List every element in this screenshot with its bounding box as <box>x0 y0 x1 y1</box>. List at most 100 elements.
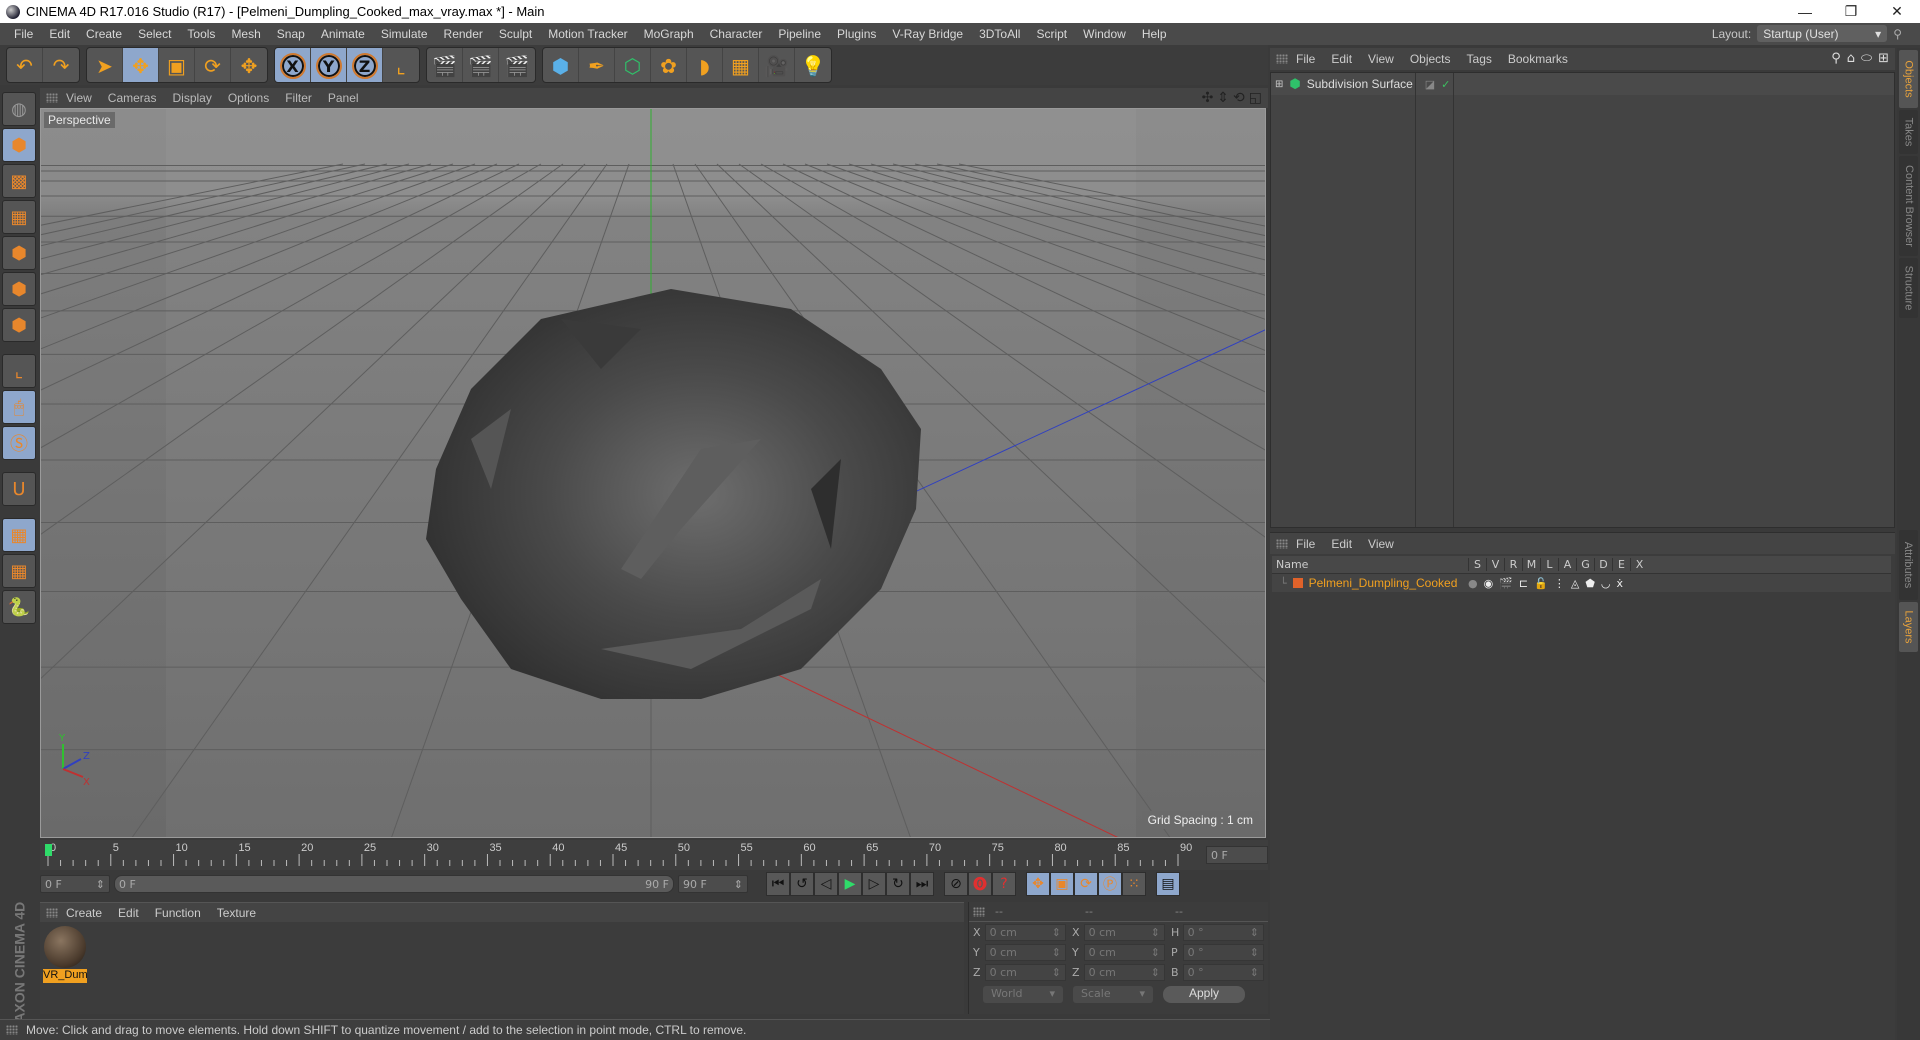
column-header-a[interactable]: A <box>1558 558 1576 571</box>
material-menu-edit[interactable]: Edit <box>110 906 147 920</box>
viewport-menu-view[interactable]: View <box>58 91 100 105</box>
record-button[interactable]: ⓿ <box>968 872 992 896</box>
menu-window[interactable]: Window <box>1075 27 1134 41</box>
side-tab-layers[interactable]: Layers <box>1899 602 1918 652</box>
key-scale-button[interactable]: ▣ <box>1050 872 1074 896</box>
tweak-mode-button[interactable]: 🖱 <box>2 390 36 424</box>
material-menu-texture[interactable]: Texture <box>209 906 264 920</box>
stepper-icon[interactable]: ⇕ <box>1151 926 1160 939</box>
rotation-field[interactable]: 0 ° ⇕ <box>1182 943 1264 961</box>
stepper-icon[interactable]: ⇕ <box>1250 966 1259 979</box>
layer-color-swatch[interactable] <box>1292 578 1303 588</box>
layer-name[interactable]: Pelmeni_Dumpling_Cooked <box>1309 576 1458 590</box>
column-header-x[interactable]: X <box>1630 558 1648 571</box>
layer-row[interactable]: └ Pelmeni_Dumpling_Cooked ● ◉ 🎬 ⊏ 🔓 ⋮ ◬ … <box>1272 574 1891 592</box>
size-field[interactable]: 0 cm ⇕ <box>1083 963 1165 981</box>
stepper-icon[interactable]: ⇕ <box>1250 926 1259 939</box>
stepper-icon[interactable]: ⇕ <box>1052 946 1061 959</box>
stepper-icon[interactable]: ⇕ <box>1250 946 1259 959</box>
deformer-button[interactable]: ◗ <box>687 48 723 82</box>
menu-tools[interactable]: Tools <box>179 27 223 41</box>
undo-button[interactable]: ↶ <box>7 48 43 82</box>
apply-button[interactable]: Apply <box>1163 986 1245 1003</box>
menu-help[interactable]: Help <box>1134 27 1175 41</box>
maximize-view-icon[interactable]: ◱ <box>1249 90 1262 106</box>
orbit-icon[interactable]: ⟲ <box>1233 90 1245 106</box>
play-button[interactable]: ▶ <box>838 872 862 896</box>
column-header-s[interactable]: S <box>1468 558 1486 571</box>
menu-animate[interactable]: Animate <box>313 27 373 41</box>
timeline-ruler[interactable]: 0 F 0 5 10 15 20 25 30 35 40 45 50 55 60 65 70 75 80 85 90 <box>40 840 1268 870</box>
layout-dropdown[interactable]: Startup (User) ▾ <box>1757 25 1888 42</box>
move-button[interactable]: ✥ <box>123 48 159 82</box>
lock-icon[interactable]: 🔓 <box>1534 577 1548 590</box>
search-icon[interactable]: ⚲ <box>1893 27 1902 41</box>
make-editable-button[interactable]: ◍ <box>2 92 36 126</box>
menu-mograph[interactable]: MoGraph <box>636 27 702 41</box>
object-row[interactable]: ⊞ ⬢ Subdivision Surface ◪ ✓ <box>1271 73 1894 95</box>
redo-button[interactable]: ↷ <box>43 48 79 82</box>
column-header-g[interactable]: G <box>1576 558 1594 571</box>
pen-spline-button[interactable]: ✒ <box>579 48 615 82</box>
current-frame-field[interactable]: 0 F <box>1206 846 1268 864</box>
timeline-toggle[interactable]: ▤ <box>1156 872 1180 896</box>
workplane-align-button[interactable]: ▦ <box>2 554 36 588</box>
layer-menu-file[interactable]: File <box>1288 537 1323 551</box>
column-header-v[interactable]: V <box>1486 558 1504 571</box>
stepper-icon[interactable]: ⇕ <box>1052 966 1061 979</box>
cube-button[interactable]: ⬢ <box>543 48 579 82</box>
viewport-menu-panel[interactable]: Panel <box>320 91 367 105</box>
layer-menu-view[interactable]: View <box>1360 537 1402 551</box>
viewport-menu-cameras[interactable]: Cameras <box>100 91 165 105</box>
column-header-m[interactable]: M <box>1522 558 1540 571</box>
animation-icon[interactable]: ⋮ <box>1554 577 1565 590</box>
move-alt-button[interactable]: ✥ <box>231 48 267 82</box>
panel-grip[interactable] <box>46 907 58 918</box>
end-frame-field[interactable]: 90 F ⇕ <box>678 875 748 893</box>
panel-grip[interactable] <box>6 1025 18 1035</box>
prev-key-button[interactable]: ↺ <box>790 872 814 896</box>
menu-create[interactable]: Create <box>78 27 130 41</box>
enabled-check-icon[interactable]: ✓ <box>1441 78 1450 91</box>
menu-mesh[interactable]: Mesh <box>223 27 268 41</box>
object-name[interactable]: Subdivision Surface <box>1307 77 1415 91</box>
dolly-icon[interactable]: ⇕ <box>1217 90 1229 106</box>
render-icon[interactable]: 🎬 <box>1499 577 1513 590</box>
magnet-button[interactable]: U <box>2 472 36 506</box>
side-tab-takes[interactable]: Takes <box>1899 110 1918 154</box>
snap-button[interactable]: Ⓢ <box>2 426 36 460</box>
stepper-icon[interactable]: ⇕ <box>1151 966 1160 979</box>
material-thumbnail[interactable]: VR_Dum <box>43 925 87 983</box>
stepper-icon[interactable]: ⇕ <box>1151 946 1160 959</box>
z-axis-button[interactable]: Z <box>347 48 383 82</box>
rotate-button[interactable]: ⟳ <box>195 48 231 82</box>
key-pla-button[interactable]: ⁙ <box>1122 872 1146 896</box>
pan-icon[interactable]: ✣ <box>1202 90 1214 106</box>
menu-motion-tracker[interactable]: Motion Tracker <box>540 27 635 41</box>
python-button[interactable]: 🐍 <box>2 590 36 624</box>
column-header-l[interactable]: L <box>1540 558 1558 571</box>
playhead[interactable] <box>45 844 52 856</box>
key-rotation-button[interactable]: ⟳ <box>1074 872 1098 896</box>
key-parameter-button[interactable]: Ⓟ <box>1098 872 1122 896</box>
position-field[interactable]: 0 cm ⇕ <box>984 963 1066 981</box>
menu-pipeline[interactable]: Pipeline <box>770 27 829 41</box>
stepper-icon[interactable]: ⇕ <box>1052 926 1061 939</box>
transform-mode-dropdown[interactable]: Scale ▾ <box>1073 986 1153 1003</box>
next-frame-button[interactable]: ▷ <box>862 872 886 896</box>
3d-viewport[interactable]: Y Z X Perspective Grid Spacing : 1 cm <box>40 108 1266 838</box>
frame-range-slider[interactable]: 0 F 90 F <box>114 875 674 893</box>
size-field[interactable]: 0 cm ⇕ <box>1083 943 1165 961</box>
autokey-button[interactable]: ? <box>992 872 1016 896</box>
expand-icon[interactable]: ⊞ <box>1275 79 1283 90</box>
object-menu-file[interactable]: File <box>1288 52 1323 66</box>
lock-workplane-button[interactable]: ▦ <box>2 518 36 552</box>
side-tab-content-browser[interactable]: Content Browser <box>1899 156 1918 256</box>
eye-icon[interactable]: ⬭ <box>1861 51 1872 66</box>
position-field[interactable]: 0 cm ⇕ <box>984 943 1066 961</box>
render-view-button[interactable]: 🎬 <box>427 48 463 82</box>
search-icon[interactable]: ⚲ <box>1831 51 1841 66</box>
motion-path-button[interactable]: ⊘ <box>944 872 968 896</box>
home-icon[interactable]: ⌂ <box>1847 51 1855 66</box>
menu-edit[interactable]: Edit <box>41 27 78 41</box>
